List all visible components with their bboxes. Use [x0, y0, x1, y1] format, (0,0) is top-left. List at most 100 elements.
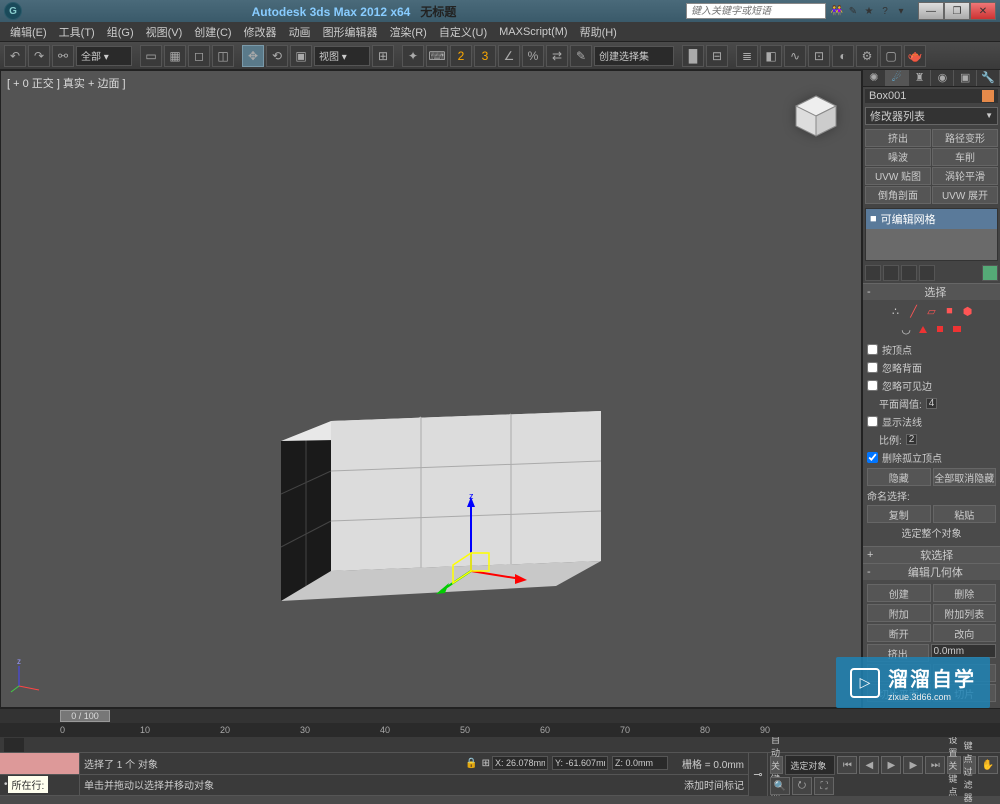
modifier-stack[interactable]: ■可编辑网格	[865, 208, 998, 261]
menu-tools[interactable]: 工具(T)	[53, 24, 101, 40]
time-ruler[interactable]: 0 10 20 30 40 50 60 70 80 90	[0, 723, 1000, 737]
hierarchy-tab[interactable]: ♜	[909, 70, 932, 86]
show-end-result-button[interactable]	[883, 265, 899, 281]
menu-maxscript[interactable]: MAXScript(M)	[493, 26, 573, 38]
show-normals-checkbox[interactable]	[867, 416, 878, 427]
time-slider-track[interactable]: 0 / 100	[0, 709, 1000, 723]
set-key-button[interactable]: 设置关键点	[947, 756, 960, 774]
menu-animation[interactable]: 动画	[283, 24, 317, 40]
mod-btn-pathdeform[interactable]: 路径变形	[932, 129, 998, 147]
utilities-tab[interactable]: 🔧	[977, 70, 1000, 86]
app-icon[interactable]: G	[4, 2, 22, 20]
selection-filter-combo[interactable]: 全部 ▾	[76, 46, 132, 66]
select-by-name-button[interactable]: ▦	[164, 45, 186, 67]
keyboard-shortcuts-button[interactable]: ⌨	[426, 45, 448, 67]
viewport[interactable]: [ + 0 正交 ] 真实 + 边面 ]	[0, 70, 862, 708]
menu-create[interactable]: 创建(C)	[188, 24, 237, 40]
manipulate-button[interactable]: ✦	[402, 45, 424, 67]
sel-row2-2[interactable]	[915, 322, 931, 336]
scale-button[interactable]: ▣	[290, 45, 312, 67]
delete-button[interactable]: 删除	[933, 584, 997, 602]
normals-scale-input[interactable]	[906, 434, 917, 445]
mod-btn-extrude[interactable]: 挤出	[865, 129, 931, 147]
rollout-edit-geometry[interactable]: 编辑几何体	[863, 563, 1000, 580]
move-gizmo[interactable]: z	[421, 491, 531, 604]
edge-subobj-icon[interactable]: ╱	[906, 304, 922, 318]
goto-start-button[interactable]: ⏮	[837, 756, 857, 774]
help-search-input[interactable]	[686, 3, 826, 19]
ref-coord-system-combo[interactable]: 视图 ▾	[314, 46, 370, 66]
nav-zoom-button[interactable]: 🔍	[770, 777, 790, 795]
vertex-subobj-icon[interactable]: ∴	[888, 304, 904, 318]
mod-btn-uvwunwrap[interactable]: UVW 展开	[932, 186, 998, 204]
polygon-subobj-icon[interactable]: ■	[942, 304, 958, 318]
turn-button[interactable]: 改向	[933, 624, 997, 642]
mod-btn-turbosmooth[interactable]: 涡轮平滑	[932, 167, 998, 185]
menu-group[interactable]: 组(G)	[101, 24, 140, 40]
sel-row2-3[interactable]	[932, 322, 948, 336]
render-button[interactable]: 🫖	[904, 45, 926, 67]
delete-isolated-checkbox[interactable]	[867, 452, 878, 463]
key-target-combo[interactable]: 选定对象	[785, 755, 835, 775]
remove-modifier-button[interactable]	[919, 265, 935, 281]
link-button[interactable]: ⚯	[52, 45, 74, 67]
undo-button[interactable]: ↶	[4, 45, 26, 67]
key-filters-button[interactable]: 关键点过滤器	[963, 756, 976, 774]
object-name-field[interactable]: Box001	[865, 89, 998, 103]
align-button[interactable]: ⊟	[706, 45, 728, 67]
render-frame-button[interactable]: ▢	[880, 45, 902, 67]
display-tab[interactable]: ▣	[954, 70, 977, 86]
add-time-tag-button[interactable]: 添加时间标记	[684, 777, 744, 792]
mod-btn-uvwmap[interactable]: UVW 贴图	[865, 167, 931, 185]
hide-button[interactable]: 隐藏	[867, 468, 931, 486]
close-button[interactable]: ✕	[970, 2, 996, 20]
graphite-button[interactable]: ◧	[760, 45, 782, 67]
sel-row2-4[interactable]	[949, 322, 965, 336]
stack-editable-mesh[interactable]: ■可编辑网格	[866, 209, 997, 229]
sign-in-icon[interactable]: ✎	[846, 4, 860, 18]
nav-maximize-button[interactable]: ⛶	[814, 777, 834, 795]
named-selection-combo[interactable]: 创建选择集	[594, 46, 674, 66]
lock-icon[interactable]: 🔒	[465, 758, 477, 769]
goto-end-button[interactable]: ⏭	[925, 756, 945, 774]
viewcube[interactable]	[791, 91, 841, 141]
percent-snap-button[interactable]: %	[522, 45, 544, 67]
x-coord-input[interactable]	[492, 756, 548, 770]
attach-button[interactable]: 附加	[867, 604, 931, 622]
pin-stack-button[interactable]	[865, 265, 881, 281]
configure-sets-button[interactable]	[982, 265, 998, 281]
rectangle-select-button[interactable]: ◻	[188, 45, 210, 67]
window-crossing-button[interactable]: ◫	[212, 45, 234, 67]
rollout-selection[interactable]: 选择	[863, 283, 1000, 300]
nav-orbit-button[interactable]: ⭮	[792, 777, 812, 795]
maxscript-mini-listener[interactable]	[0, 753, 80, 775]
face-subobj-icon[interactable]: ▱	[924, 304, 940, 318]
make-unique-button[interactable]	[901, 265, 917, 281]
nav-pan-button[interactable]: ✋	[978, 756, 998, 774]
extrude-value-input[interactable]	[931, 644, 997, 658]
redo-button[interactable]: ↷	[28, 45, 50, 67]
mod-btn-bevelprofile[interactable]: 倒角剖面	[865, 186, 931, 204]
next-frame-button[interactable]: ▶	[903, 756, 923, 774]
help-icon[interactable]: ?	[878, 4, 892, 18]
angle-snap-button[interactable]: ∠	[498, 45, 520, 67]
auto-key-button[interactable]: 自动关键点	[770, 756, 783, 774]
planar-threshold-input[interactable]	[926, 398, 937, 409]
by-vertex-checkbox[interactable]	[867, 344, 878, 355]
mirror-button[interactable]: ▐▌	[682, 45, 704, 67]
modify-tab[interactable]: ☄	[886, 70, 909, 86]
menu-graph-editors[interactable]: 图形编辑器	[317, 24, 384, 40]
element-subobj-icon[interactable]: ⬢	[960, 304, 976, 318]
schematic-view-button[interactable]: ⊡	[808, 45, 830, 67]
menu-modifiers[interactable]: 修改器	[238, 24, 283, 40]
snap-2d-button[interactable]: 2	[450, 45, 472, 67]
select-object-button[interactable]: ▭	[140, 45, 162, 67]
mod-btn-lathe[interactable]: 车削	[932, 148, 998, 166]
attach-list-button[interactable]: 附加列表	[933, 604, 997, 622]
star-icon[interactable]: ★	[862, 4, 876, 18]
paste-sel-button[interactable]: 粘贴	[933, 505, 997, 523]
prev-frame-button[interactable]: ◀	[859, 756, 879, 774]
motion-tab[interactable]: ◉	[931, 70, 954, 86]
mod-btn-noise[interactable]: 噪波	[865, 148, 931, 166]
menu-rendering[interactable]: 渲染(R)	[384, 24, 433, 40]
